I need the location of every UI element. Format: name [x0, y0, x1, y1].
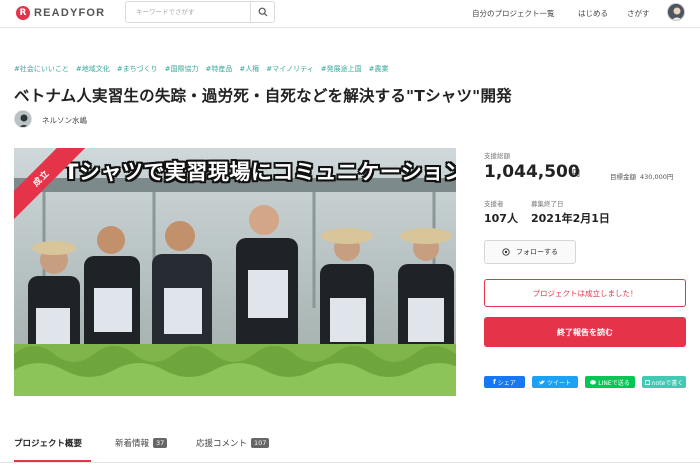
search-button[interactable]	[250, 2, 274, 22]
success-ribbon-label: 成立	[14, 148, 87, 224]
goal-amount: 目標金額 430,000円	[610, 171, 673, 181]
supporters-value: 107人	[484, 212, 518, 225]
nav-my-projects[interactable]: 自分のプロジェクト一覧	[472, 8, 555, 19]
site-header: R READYFOR 自分のプロジェクト一覧 はじめる さがす	[0, 0, 700, 28]
readyfor-logo[interactable]: R READYFOR	[16, 5, 105, 21]
tag-item[interactable]: #まちづくり	[117, 64, 158, 74]
search-box	[125, 1, 275, 23]
follow-button[interactable]: フォローする	[484, 240, 576, 264]
tabs-divider	[0, 462, 700, 463]
goal-value: 430,000円	[640, 173, 674, 181]
success-ribbon: 成立	[14, 148, 104, 238]
tab-comments[interactable]: 応援コメント 107	[196, 437, 270, 449]
tag-list: #社会にいいこと #地域文化 #まちづくり #国際協力 #特産品 #人権 #マイ…	[14, 64, 388, 74]
tag-item[interactable]: #発展途上国	[321, 64, 362, 74]
user-avatar[interactable]	[667, 3, 685, 21]
project-title: ベトナム人実習生の失踪・過労死・自死などを解決する"Tシャツ"開発	[14, 87, 512, 105]
supporters-label: 支援者	[484, 200, 504, 208]
tag-item[interactable]: #社会にいいこと	[14, 64, 69, 74]
search-icon	[258, 7, 267, 17]
facebook-share-label: シェア	[497, 379, 516, 387]
author-name[interactable]: ネルソン水嶋	[42, 115, 87, 126]
tab-comments-count: 107	[251, 438, 270, 448]
hero-headline: Tシャツで実習現場にコミュニケーションを	[64, 160, 456, 184]
tag-item[interactable]: #人権	[239, 64, 259, 74]
note-icon	[644, 379, 650, 385]
total-amount: 1,044,500	[484, 162, 580, 182]
project-hero-image: Tシャツで実習現場にコミュニケーションを 成立	[14, 148, 456, 396]
tab-overview-label: プロジェクト概要	[14, 439, 83, 449]
read-report-button[interactable]: 終了報告を読む	[484, 317, 686, 347]
goal-label: 目標金額	[610, 173, 636, 181]
project-success-notice: プロジェクトは成立しました！	[484, 279, 686, 307]
facebook-icon: f	[493, 378, 496, 386]
line-icon	[590, 379, 597, 384]
note-share-button[interactable]: noteで書く	[642, 376, 686, 388]
twitter-icon	[538, 380, 545, 384]
line-share-button[interactable]: LINEで送る	[585, 376, 635, 388]
note-share-label: noteで書く	[651, 379, 684, 387]
logo-mark-icon: R	[16, 6, 30, 20]
follow-label: フォローする	[516, 248, 558, 256]
tab-updates[interactable]: 新着情報 37	[115, 437, 168, 449]
twitter-share-button[interactable]: ツイート	[532, 376, 578, 388]
tag-item[interactable]: #地域文化	[76, 64, 110, 74]
author-avatar-icon	[15, 111, 31, 127]
tag-item[interactable]: #国際協力	[165, 64, 199, 74]
total-label: 支援総額	[484, 152, 510, 160]
logo-text: READYFOR	[34, 7, 106, 19]
tag-item[interactable]: #農業	[369, 64, 389, 74]
tab-updates-label: 新着情報	[115, 439, 150, 449]
tag-item[interactable]: #マイノリティ	[266, 64, 313, 74]
twitter-share-label: ツイート	[546, 379, 571, 387]
nav-start[interactable]: はじめる	[578, 8, 608, 19]
tag-item[interactable]: #特産品	[206, 64, 233, 74]
facebook-share-button[interactable]: f シェア	[484, 376, 525, 388]
follow-icon	[502, 248, 510, 256]
search-input[interactable]	[126, 2, 250, 22]
end-date-value: 2021年2月1日	[531, 212, 610, 225]
tab-overview[interactable]: プロジェクト概要	[14, 437, 82, 449]
author-avatar[interactable]	[14, 110, 32, 128]
nav-search[interactable]: さがす	[627, 8, 650, 19]
line-share-label: LINEで送る	[598, 379, 630, 387]
user-avatar-icon	[668, 4, 684, 20]
tab-comments-label: 応援コメント	[196, 439, 248, 449]
tab-updates-count: 37	[153, 438, 168, 448]
total-unit: 円	[572, 169, 580, 178]
end-date-label: 募集終了日	[531, 200, 564, 208]
